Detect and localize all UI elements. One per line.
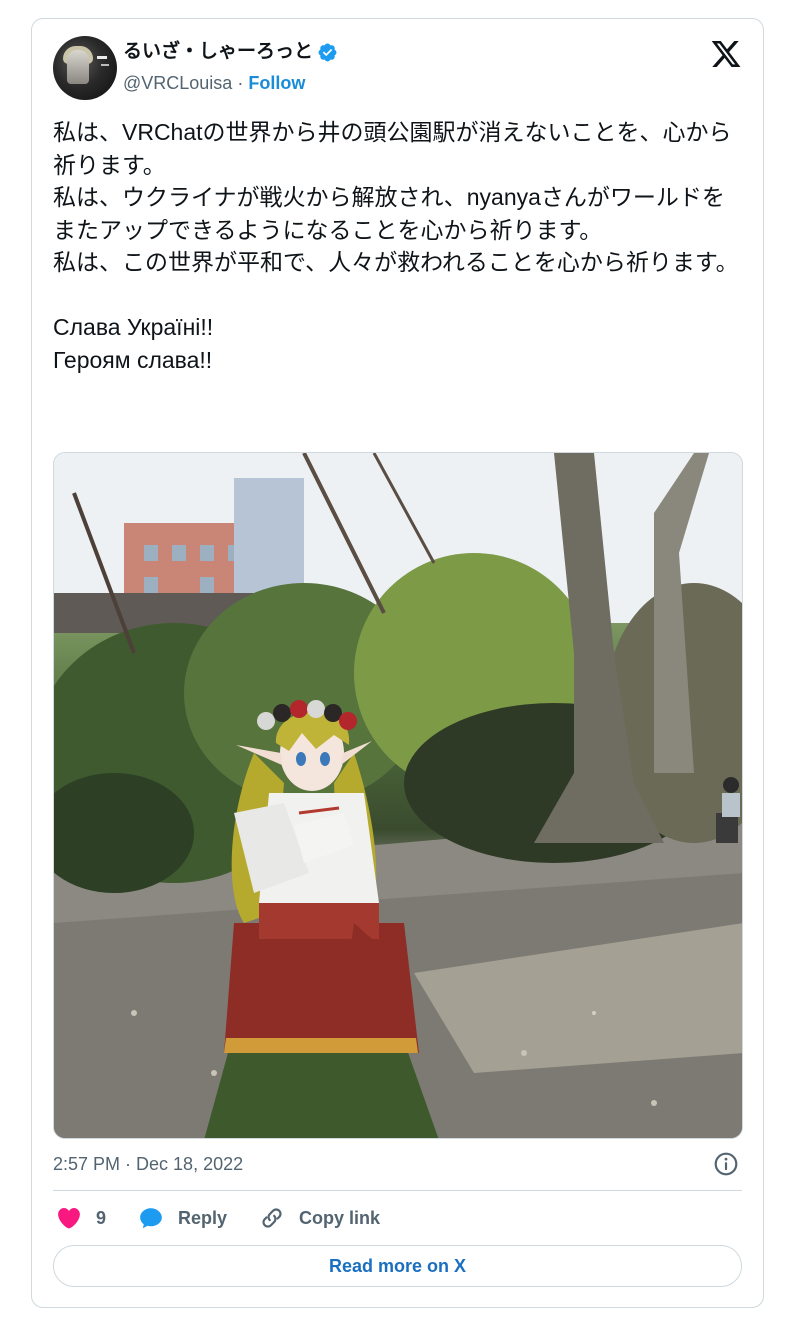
handle-separator: · [237,73,244,93]
action-bar: 9 Reply Copy link [56,1203,412,1233]
tweet-header: るいざ・しゃーろっと @VRCLouisa · Follow [53,36,742,100]
author-handle[interactable]: @VRCLouisa [123,73,232,93]
verified-badge-icon [318,43,337,61]
copy-link-label: Copy link [299,1207,381,1228]
heart-icon [58,1207,80,1229]
like-count: 9 [96,1207,107,1228]
reply-bubble-icon [140,1208,162,1229]
reply-button[interactable]: Reply [138,1205,227,1231]
read-more-button[interactable]: Read more on X [53,1245,742,1287]
read-more-label: Read more on X [328,1255,467,1276]
copy-link-button[interactable]: Copy link [259,1205,380,1231]
tweet-card: るいざ・しゃーろっと @VRCLouisa · Follow 私は、VRChat… [31,18,764,1308]
follow-button[interactable]: Follow [248,73,305,93]
like-button[interactable]: 9 [56,1205,106,1231]
tweet-text: 私は、VRChatの世界から井の頭公園駅が消えないことを、心から祈ります。 私は… [53,119,739,373]
divider [53,1190,742,1191]
reply-label: Reply [178,1207,228,1228]
author-block: るいざ・しゃーろっと @VRCLouisa · Follow [123,38,338,96]
link-icon [262,1208,282,1228]
tweet-photo[interactable] [53,452,743,1139]
info-icon[interactable] [713,1151,739,1177]
photo-scene [54,453,742,1138]
x-logo-icon[interactable] [710,38,742,70]
author-display-name[interactable]: るいざ・しゃーろっと [123,38,313,66]
tweet-timestamp[interactable]: 2:57 PM · Dec 18, 2022 [53,1152,243,1176]
avatar[interactable] [53,36,117,100]
